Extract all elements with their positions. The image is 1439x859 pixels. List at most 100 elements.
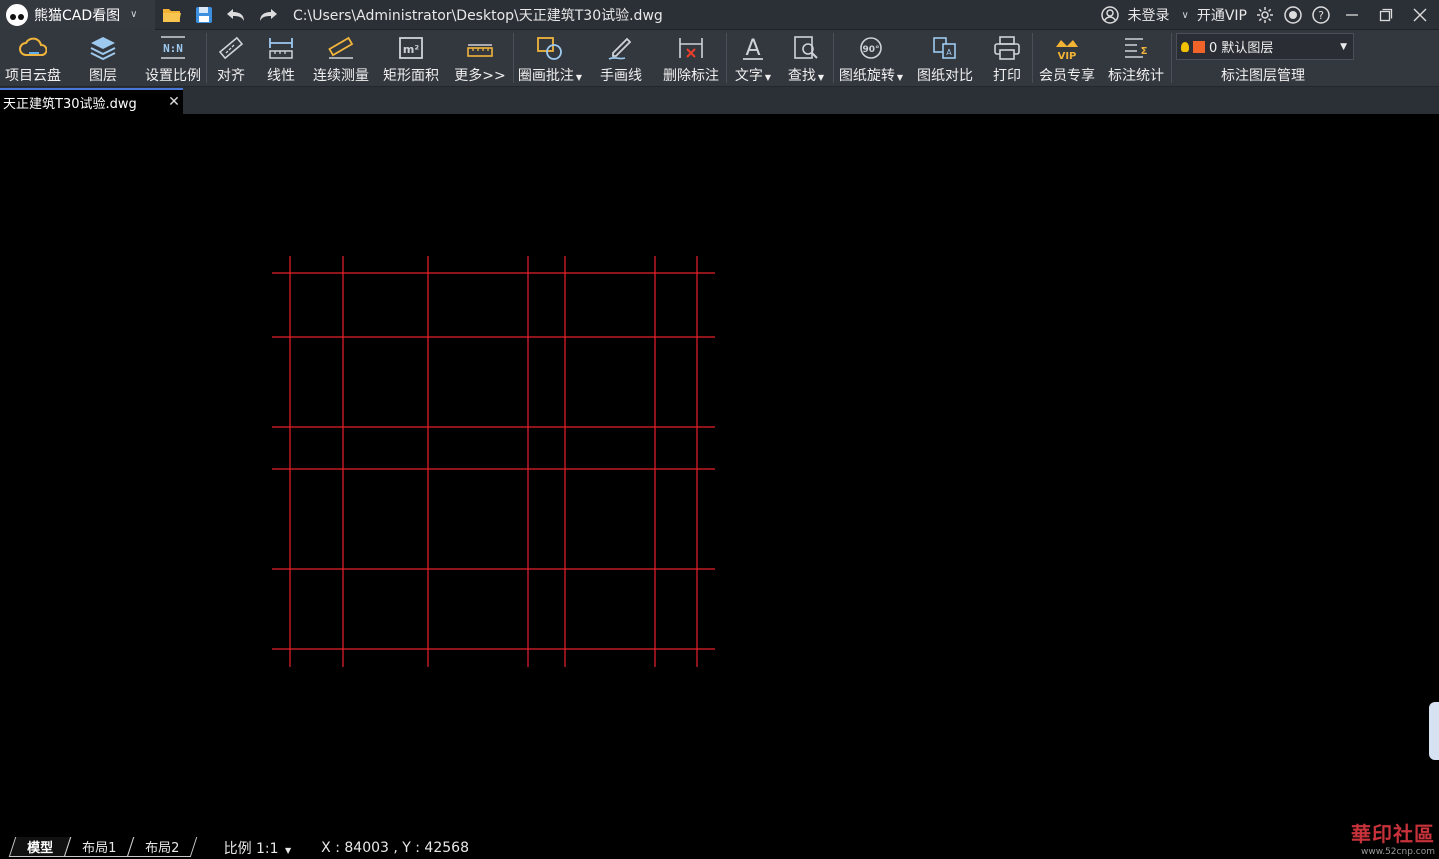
tool-label: 矩形面积 xyxy=(383,68,439,84)
tool-label: 文字 ▼ xyxy=(735,65,771,85)
tool-text[interactable]: A 文字 ▼ xyxy=(727,30,779,86)
tool-label: 对齐 xyxy=(217,68,245,84)
tool-more-measure[interactable]: 更多>> xyxy=(447,30,513,86)
close-icon[interactable] xyxy=(1407,2,1433,28)
layers-icon xyxy=(89,34,117,62)
caret-down-icon: ▼ xyxy=(285,845,292,855)
tool-rotate-drawing[interactable]: 90° 图纸旋转 ▼ xyxy=(834,30,908,86)
svg-text:?: ? xyxy=(1318,9,1324,22)
tool-compare-drawing[interactable]: A 图纸对比 xyxy=(908,30,982,86)
caret-down-icon: ▼ xyxy=(1340,41,1347,52)
layout-tab-model[interactable]: 模型 xyxy=(8,836,72,857)
app-name: 熊猫CAD看图 xyxy=(34,7,121,24)
svg-text:A: A xyxy=(745,36,760,61)
print-icon xyxy=(993,34,1021,62)
layout-tab-label: 模型 xyxy=(27,840,54,856)
tool-find[interactable]: 查找 ▼ xyxy=(779,30,833,86)
scale-icon: N:N xyxy=(159,34,187,62)
user-icon[interactable] xyxy=(1100,5,1120,25)
document-tab[interactable]: 天正建筑T30试验.dwg ✕ xyxy=(0,88,183,114)
document-tab-title: 天正建筑T30试验.dwg xyxy=(3,96,137,112)
skin-icon[interactable] xyxy=(1283,5,1303,25)
area-icon: m² xyxy=(397,34,425,62)
tool-delete-dimension[interactable]: 删除标注 xyxy=(656,30,726,86)
tool-label: 标注统计 xyxy=(1108,68,1164,84)
svg-text:A: A xyxy=(946,48,952,57)
tool-set-scale[interactable]: N:N 设置比例 xyxy=(140,30,206,86)
tool-label-text: 查找 xyxy=(787,68,816,84)
watermark-url: www.52cnp.com xyxy=(1360,847,1435,857)
svg-text:Σ: Σ xyxy=(1141,46,1148,57)
text-icon: A xyxy=(739,34,767,62)
save-icon[interactable] xyxy=(193,4,215,26)
layout-tab-layout2[interactable]: 布局2 xyxy=(127,836,198,857)
side-panel-handle[interactable] xyxy=(1429,702,1439,760)
caret-down-icon: ▼ xyxy=(817,73,825,82)
close-icon[interactable]: ✕ xyxy=(165,94,183,110)
tool-label: 删除标注 xyxy=(663,68,719,84)
tool-vip-exclusive[interactable]: VIP 会员专享 xyxy=(1033,30,1101,86)
tool-rect-area[interactable]: m² 矩形面积 xyxy=(375,30,447,86)
find-icon xyxy=(792,34,820,62)
help-icon[interactable]: ? xyxy=(1311,5,1331,25)
tool-label: 手画线 xyxy=(600,68,642,84)
tool-print[interactable]: 打印 xyxy=(982,30,1032,86)
tool-layers[interactable]: 图层 xyxy=(66,30,140,86)
scale-value: 比例 1:1 xyxy=(223,840,279,857)
tool-label: 线性 xyxy=(267,68,295,84)
layout-tab-label: 布局2 xyxy=(145,840,180,856)
tool-label-text: 图纸旋转 xyxy=(838,68,895,84)
restore-icon[interactable] xyxy=(1373,2,1399,28)
open-folder-icon[interactable] xyxy=(161,4,183,26)
layer-select[interactable]: 0 默认图层 ▼ xyxy=(1176,33,1354,60)
rotate-icon: 90° xyxy=(857,34,885,62)
tool-circle-annotate[interactable]: 圈画批注 ▼ xyxy=(514,30,586,86)
continuous-measure-icon xyxy=(327,34,355,62)
layout-tab-layout1[interactable]: 布局1 xyxy=(63,836,135,857)
scale-select[interactable]: 比例 1:1 ▼ xyxy=(224,838,292,858)
svg-text:90°: 90° xyxy=(862,45,879,55)
drawing-canvas[interactable] xyxy=(0,114,1439,836)
title-right-controls: 未登录 ∨ 开通VIP ? xyxy=(1100,0,1439,30)
tool-align[interactable]: 对齐 xyxy=(207,30,255,86)
tool-label: 更多>> xyxy=(454,68,506,84)
tool-project-cloud[interactable]: 项目云盘 xyxy=(0,30,66,86)
cad-drawing xyxy=(272,256,715,667)
layer-select-value: 0 默认图层 xyxy=(1209,41,1274,56)
cloud-icon xyxy=(19,34,47,62)
title-bar: 熊猫CAD看图 ∨ C:\Users\Administrator\Desktop… xyxy=(0,0,1439,30)
layout-tabs: 模型 布局1 布局2 xyxy=(8,836,198,857)
cursor-coordinates: X : 84003 , Y : 42568 xyxy=(321,839,469,856)
tool-continuous-measure[interactable]: 连续测量 xyxy=(307,30,375,86)
tool-freehand[interactable]: 手画线 xyxy=(586,30,656,86)
tool-label: 图纸旋转 ▼ xyxy=(839,65,903,85)
tool-linear[interactable]: 线性 xyxy=(255,30,307,86)
tool-label: 项目云盘 xyxy=(5,68,61,84)
layer-manage-label[interactable]: 标注图层管理 xyxy=(1221,65,1305,85)
main-toolbar: 项目云盘 图层 N:N 设置比例 对齐 线性 连续测量 m² 矩形面积 更多>>… xyxy=(0,30,1439,87)
svg-text:N:N: N:N xyxy=(163,42,183,55)
quick-access-toolbar xyxy=(161,4,279,26)
settings-gear-icon[interactable] xyxy=(1255,5,1275,25)
tool-annotation-statistics[interactable]: Σ 标注统计 xyxy=(1101,30,1171,86)
minimize-icon[interactable] xyxy=(1339,2,1365,28)
compare-icon: A xyxy=(931,34,959,62)
undo-icon[interactable] xyxy=(225,4,247,26)
tool-label: 设置比例 xyxy=(145,68,201,84)
annotate-icon xyxy=(536,34,564,62)
caret-down-icon: ▼ xyxy=(896,73,904,82)
redo-icon[interactable] xyxy=(257,4,279,26)
chevron-down-icon[interactable]: ∨ xyxy=(1182,10,1189,21)
tool-label: 图纸对比 xyxy=(917,68,973,84)
login-button[interactable]: 未登录 xyxy=(1128,5,1170,25)
app-menu-button[interactable]: 熊猫CAD看图 ∨ xyxy=(0,0,155,30)
vip-button[interactable]: 开通VIP xyxy=(1197,5,1247,25)
watermark: 華印社區 www.52cnp.com xyxy=(1351,818,1435,857)
bulb-icon xyxy=(1181,41,1189,52)
svg-text:m²: m² xyxy=(403,43,419,56)
delete-dimension-icon xyxy=(677,34,705,62)
caret-down-icon: ▼ xyxy=(575,73,583,82)
panda-logo-icon xyxy=(6,3,28,26)
tool-label: 会员专享 xyxy=(1039,68,1095,84)
tool-label: 圈画批注 ▼ xyxy=(518,65,582,85)
